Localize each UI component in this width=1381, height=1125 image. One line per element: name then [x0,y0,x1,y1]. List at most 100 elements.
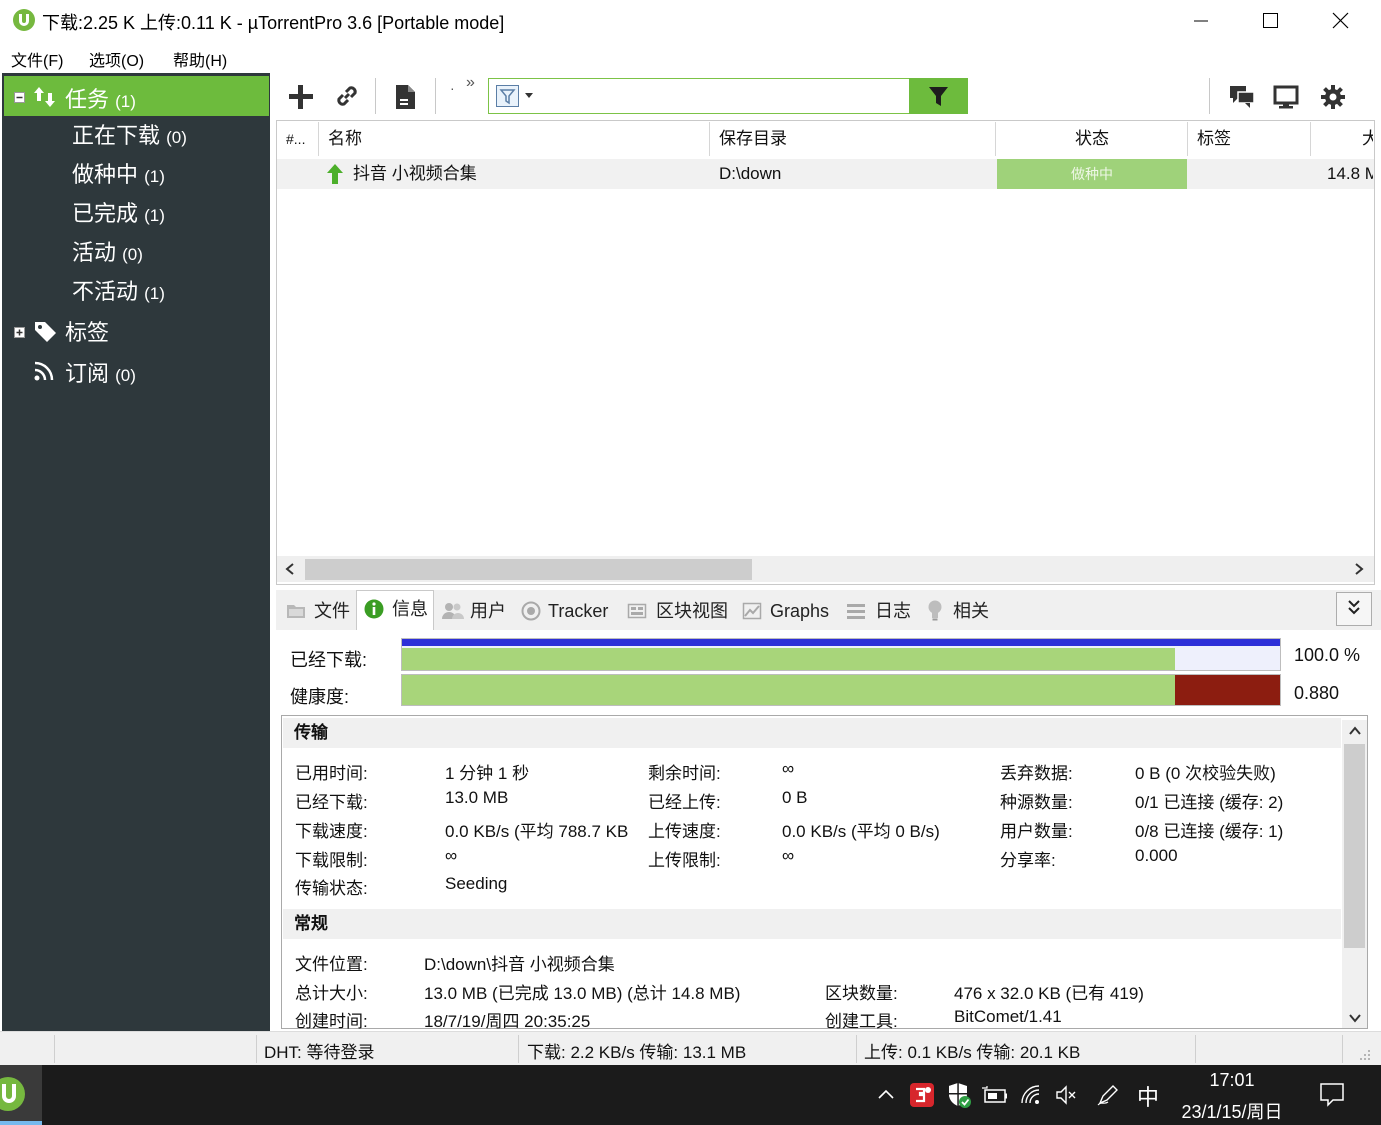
lightbulb-icon [926,599,944,621]
tab-logger[interactable]: 日志 [875,590,911,630]
sidebar-item-count: (0) [166,128,187,147]
tab-pieces[interactable]: 区块视图 [656,590,728,630]
sidebar-item-feeds[interactable]: 订阅 (0) [65,356,136,388]
sidebar-item-seeding[interactable]: 做种中 (1) [72,157,165,189]
column-header-size[interactable]: 大 [1362,120,1373,158]
close-button[interactable] [1317,0,1363,42]
log-list-icon [846,601,866,621]
sidebar-item-inactive[interactable]: 不活动 (1) [72,274,165,306]
horizontal-scroll-thumb[interactable] [305,559,752,580]
remote-monitor-icon[interactable] [1272,83,1300,111]
search-filter-input[interactable] [488,78,966,114]
tab-files[interactable]: 文件 [314,590,350,630]
scroll-down-icon[interactable] [1347,1011,1363,1025]
ime-indicator[interactable]: 中 [1137,1080,1159,1112]
sidebar-item-label: 订阅 [65,361,110,386]
sidebar-item-count: (0) [122,245,143,264]
scroll-up-icon[interactable] [1347,724,1363,738]
column-separator [1310,122,1311,156]
detail-value: 476 x 32.0 KB (已有 419) [954,984,1144,1003]
taskbar-active-indicator [0,1121,42,1125]
menu-file[interactable]: 文件(F) [11,47,63,71]
pen-input-icon[interactable] [1096,1083,1120,1107]
status-separator [856,1035,857,1063]
scroll-left-icon[interactable] [283,561,297,577]
status-separator [1342,1035,1343,1063]
volume-muted-icon[interactable] [1054,1083,1078,1107]
filter-apply-button[interactable] [909,78,968,114]
scroll-right-icon[interactable] [1352,561,1366,577]
vertical-scroll-thumb[interactable] [1344,744,1365,948]
show-hidden-icons-icon[interactable] [876,1087,896,1101]
detail-label: 上传速度: [648,822,721,841]
tracker-icon [521,601,541,621]
torrent-size: 14.8 M [1327,164,1373,183]
filter-dropdown-icon[interactable] [495,84,541,108]
sidebar-item-downloading[interactable]: 正在下载 (0) [72,118,187,150]
status-separator [54,1035,55,1063]
column-header-label[interactable]: 标签 [1197,120,1231,158]
sidebar-item-completed[interactable]: 已完成 (1) [72,196,165,228]
toolbar-overflow-button[interactable]: » [466,74,475,92]
detail-value: 0 B [782,788,808,807]
minimize-button[interactable] [1178,0,1224,42]
toolbar-dot: · [450,80,455,96]
info-icon [364,599,384,619]
utorrent-logo-icon [12,8,36,32]
sidebar-tasks-text: 任务 [65,87,110,112]
downloaded-progress-fill [402,648,1175,670]
status-dht[interactable]: DHT: 等待登录 [264,1038,375,1063]
maximize-button[interactable] [1247,0,1293,42]
column-separator [995,122,996,156]
tray-app-icon[interactable] [909,1082,935,1108]
tab-tracker[interactable]: Tracker [548,590,608,630]
section-general-header: 常规 [283,909,1341,939]
notification-center-icon[interactable] [1318,1080,1346,1108]
torrent-status: 做种中 [997,159,1187,189]
status-upload[interactable]: 上传: 0.1 KB/s 传输: 20.1 KB [864,1038,1080,1063]
up-down-arrows-icon [32,84,58,110]
column-header-name[interactable]: 名称 [328,120,362,158]
taskbar-clock-time[interactable]: 17:01 [1176,1070,1288,1091]
column-header-save-dir[interactable]: 保存目录 [719,120,787,158]
create-torrent-button[interactable] [393,83,419,111]
detail-value: 18/7/19/周四 20:35:25 [424,1012,591,1031]
tab-info[interactable]: 信息 [392,588,428,628]
add-torrent-button[interactable] [287,83,315,111]
pieces-icon [627,601,647,621]
menu-help[interactable]: 帮助(H) [173,47,227,71]
availability-value: 0.880 [1294,683,1340,703]
tab-related[interactable]: 相关 [953,590,989,630]
sidebar-tasks-label: 任务 (1) [65,82,136,114]
wifi-icon[interactable] [1019,1083,1043,1107]
sidebar-item-count: (0) [115,366,136,385]
resize-grip-icon[interactable] [1358,1048,1372,1062]
status-download[interactable]: 下载: 2.2 KB/s 传输: 13.1 MB [527,1038,746,1063]
detail-value: 0.000 [1135,846,1178,865]
sidebar-item-label: 做种中 [72,162,139,187]
settings-gear-icon[interactable] [1319,83,1347,111]
status-separator [1195,1035,1196,1063]
toolbar-separator [435,78,436,114]
taskbar-clock-date[interactable]: 23/1/15/周日 [1170,1098,1294,1124]
collapse-toggle-icon[interactable] [14,92,25,103]
collapse-panel-button[interactable] [1336,592,1372,626]
battery-plug-icon[interactable] [982,1084,1008,1106]
column-header-index[interactable]: #... [286,120,305,158]
tab-graphs[interactable]: Graphs [770,590,829,630]
detail-value: Seeding [445,874,508,893]
security-shield-icon[interactable] [946,1081,972,1109]
sidebar-tasks-count: (1) [115,92,136,111]
tab-peers[interactable]: 用户 [470,590,506,630]
sidebar-item-label: 正在下载 [72,123,161,148]
sidebar-item-count: (1) [144,284,165,303]
menu-options[interactable]: 选项(O) [89,47,144,71]
add-link-button[interactable] [333,82,361,110]
sidebar-item-count: (1) [144,167,165,186]
chat-icon[interactable] [1228,83,1256,111]
sidebar-item-active[interactable]: 活动 (0) [72,235,143,267]
sidebar-item-labels[interactable]: 标签 [65,315,109,347]
detail-value: ∞ [782,759,795,778]
expand-toggle-icon[interactable] [14,327,25,338]
column-header-status[interactable]: 状态 [997,120,1187,158]
